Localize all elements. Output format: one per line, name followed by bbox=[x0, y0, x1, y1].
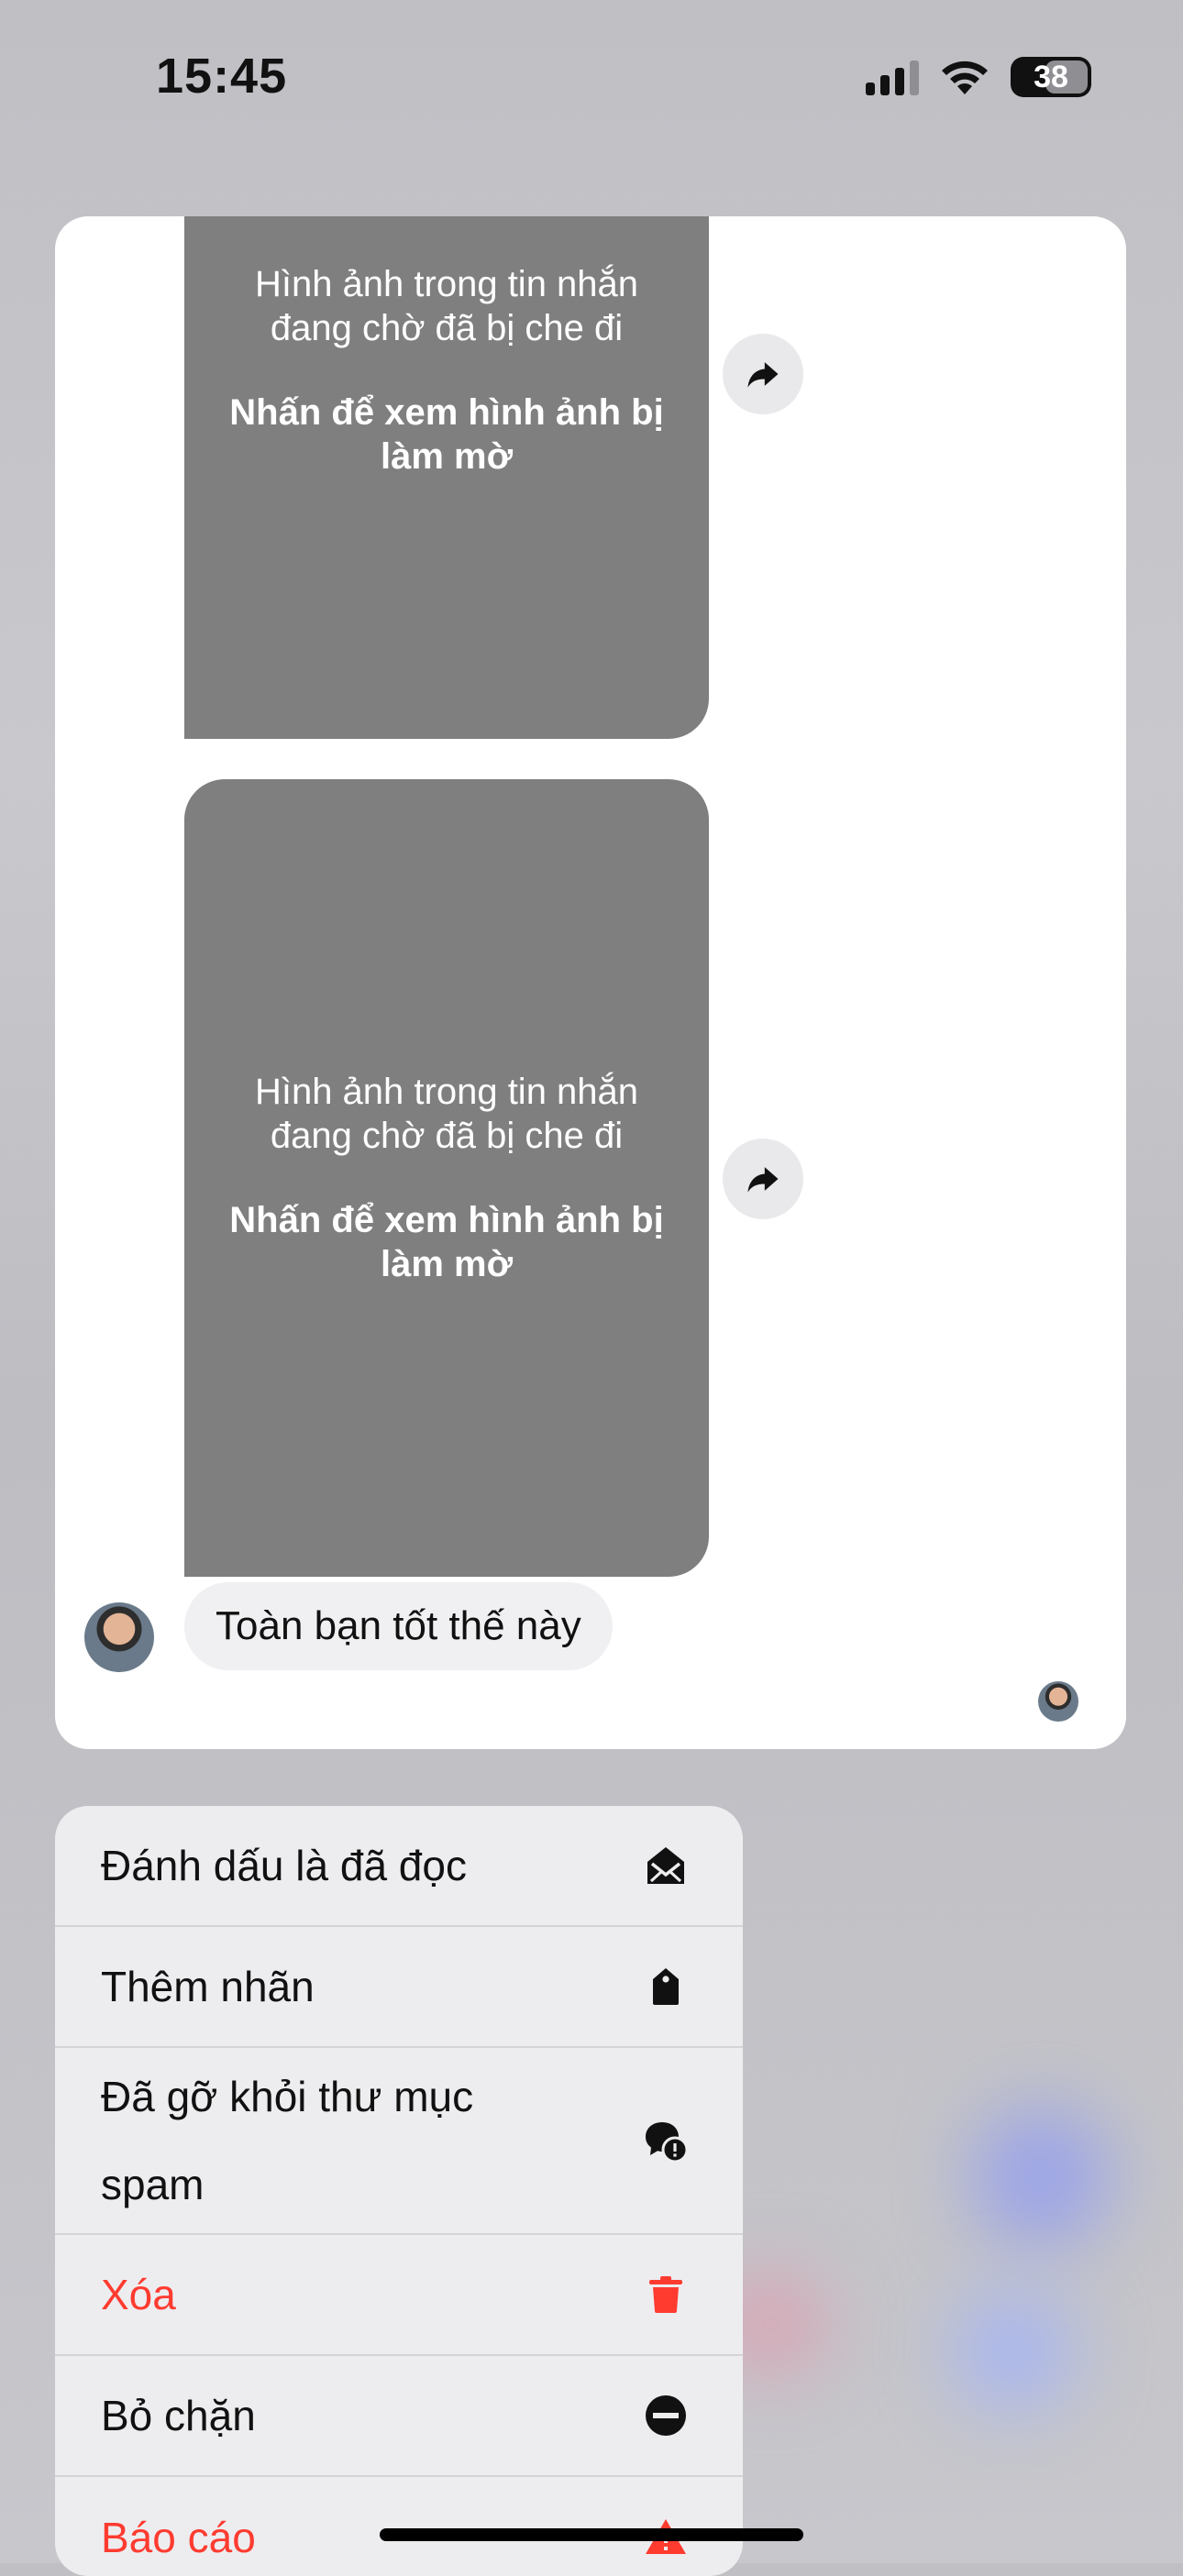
context-menu: Đánh dấu là đã đọc Thêm nhãn Đã gỡ khỏi … bbox=[55, 1806, 743, 2576]
battery-level: 38 bbox=[1034, 59, 1068, 94]
share-arrow-icon bbox=[747, 362, 779, 388]
menu-item-report[interactable]: Báo cáo bbox=[55, 2477, 743, 2576]
chat-bubble-alert-icon bbox=[646, 2122, 688, 2163]
share-arrow-icon bbox=[747, 1167, 779, 1193]
home-indicator[interactable] bbox=[380, 2528, 803, 2541]
menu-item-label: Báo cáo bbox=[101, 2514, 256, 2561]
read-receipt-avatar bbox=[1038, 1681, 1078, 1722]
tag-icon bbox=[653, 1968, 679, 2005]
blurred-image-message[interactable]: Hình ảnh trong tin nhắn đang chờ đã bị c… bbox=[184, 216, 709, 739]
menu-item-unblock[interactable]: Bỏ chặn bbox=[55, 2356, 743, 2477]
battery-icon: 38 bbox=[1011, 57, 1091, 97]
menu-item-delete[interactable]: Xóa bbox=[55, 2235, 743, 2356]
status-icons: 38 bbox=[866, 57, 1091, 97]
share-button[interactable] bbox=[723, 334, 803, 414]
menu-item-remove-from-spam[interactable]: Đã gỡ khỏi thư mục spam bbox=[55, 2048, 743, 2235]
envelope-open-icon bbox=[647, 1847, 684, 1884]
wifi-icon bbox=[942, 61, 988, 94]
background-blur bbox=[972, 2108, 1110, 2246]
menu-item-add-label[interactable]: Thêm nhãn bbox=[55, 1927, 743, 2048]
blurred-image-message[interactable]: Hình ảnh trong tin nhắn đang chờ đã bị c… bbox=[184, 779, 709, 1577]
view-blurred-image-link[interactable]: Nhấn để xem hình ảnh bị làm mờ bbox=[217, 1198, 676, 1286]
share-button[interactable] bbox=[723, 1139, 803, 1219]
trash-icon bbox=[649, 2276, 682, 2313]
sender-avatar[interactable] bbox=[84, 1602, 154, 1672]
menu-item-label: Xóa bbox=[101, 2271, 176, 2318]
cellular-signal-icon bbox=[866, 59, 919, 95]
menu-item-label: Thêm nhãn bbox=[101, 1963, 315, 2010]
menu-item-label: Đã gỡ khỏi thư mục spam bbox=[101, 2073, 474, 2208]
text-message-bubble[interactable]: Toàn bạn tốt thế này bbox=[184, 1582, 613, 1670]
view-blurred-image-link[interactable]: Nhấn để xem hình ảnh bị làm mờ bbox=[217, 391, 676, 479]
minus-circle-icon bbox=[646, 2395, 686, 2436]
menu-item-mark-as-read[interactable]: Đánh dấu là đã đọc bbox=[55, 1806, 743, 1927]
menu-item-label: Bỏ chặn bbox=[101, 2392, 256, 2439]
blurred-image-note: Hình ảnh trong tin nhắn đang chờ đã bị c… bbox=[254, 1072, 639, 1156]
status-time: 15:45 bbox=[156, 49, 288, 104]
blurred-image-note: Hình ảnh trong tin nhắn đang chờ đã bị c… bbox=[254, 264, 639, 348]
message-preview-card: Hình ảnh trong tin nhắn đang chờ đã bị c… bbox=[55, 216, 1126, 1749]
background-blur bbox=[954, 2292, 1073, 2411]
menu-item-label: Đánh dấu là đã đọc bbox=[101, 1842, 467, 1889]
